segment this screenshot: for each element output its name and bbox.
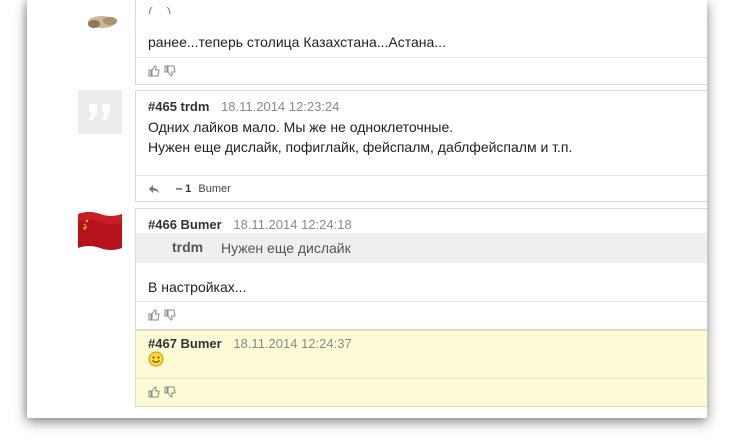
comment-body: (…) … bbox=[148, 4, 190, 14]
comment-header: #466 Bumer 18.11.2014 12:24:18 bbox=[148, 217, 352, 232]
thumbs-down-icon[interactable] bbox=[164, 385, 176, 398]
reply-icon[interactable] bbox=[148, 182, 160, 194]
comment-text-line: ранее...теперь столица Казахстана...Аста… bbox=[148, 34, 446, 50]
comment-text-line: В настройках... bbox=[148, 279, 247, 295]
thumbs-up-icon[interactable] bbox=[148, 308, 160, 321]
quote-author[interactable]: trdm bbox=[172, 239, 203, 255]
comment-date: 18.11.2014 12:24:18 bbox=[233, 217, 352, 232]
comment-header: #465 trdm 18.11.2014 12:23:24 bbox=[148, 99, 339, 114]
comment-header: #467 Bumer 18.11.2014 12:24:37 bbox=[148, 336, 352, 351]
vote-count: ‒ 1 bbox=[176, 183, 192, 195]
comment-author[interactable]: trdm bbox=[181, 99, 210, 114]
user-avatar[interactable] bbox=[82, 0, 120, 30]
comments-window: (…) … ранее...теперь столица Казахстана.… bbox=[27, 0, 707, 418]
comment-body bbox=[148, 351, 164, 372]
user-avatar[interactable] bbox=[78, 208, 122, 254]
comment-body: В настройках... bbox=[148, 277, 246, 297]
comment-number[interactable]: #466 bbox=[148, 217, 177, 232]
comment-post-highlighted: #467 Bumer 18.11.2014 12:24:37 bbox=[135, 330, 707, 407]
comment-footer bbox=[136, 57, 707, 84]
thumbs-down-icon[interactable] bbox=[164, 308, 176, 321]
thumbs-down-icon[interactable] bbox=[164, 64, 176, 77]
vote-user[interactable]: Bumer bbox=[198, 183, 230, 195]
thumbs-up-icon[interactable] bbox=[148, 385, 160, 398]
vote-summary[interactable]: ‒ 1 Bumer bbox=[176, 183, 231, 195]
comment-post: #465 trdm 18.11.2014 12:23:24 Одних лайк… bbox=[135, 90, 707, 202]
thumbs-up-icon[interactable] bbox=[148, 64, 160, 77]
user-avatar[interactable] bbox=[78, 90, 122, 134]
comment-number[interactable]: #467 bbox=[148, 336, 177, 351]
smiley-emoji-icon bbox=[148, 351, 164, 370]
comment-footer bbox=[136, 378, 707, 405]
quote-block: trdm Нужен еще дислайк bbox=[136, 233, 707, 263]
comment-footer bbox=[136, 301, 707, 328]
comment-author[interactable]: Bumer bbox=[181, 336, 222, 351]
comment-text-line: Одних лайков мало. Мы же не одноклеточны… bbox=[148, 119, 454, 135]
comment-date: 18.11.2014 12:23:24 bbox=[221, 99, 340, 114]
comment-post: (…) … ранее...теперь столица Казахстана.… bbox=[135, 0, 707, 85]
quote-marks-icon bbox=[78, 90, 122, 134]
comment-text-line: Нужен еще дислайк, пофиглайк, фейспалм, … bbox=[148, 139, 573, 155]
comment-author[interactable]: Bumer bbox=[181, 217, 222, 232]
soviet-flag-icon bbox=[78, 212, 122, 250]
comment-body: ранее...теперь столица Казахстана...Аста… bbox=[148, 32, 446, 52]
comment-body: Одних лайков мало. Мы же не одноклеточны… bbox=[148, 117, 572, 157]
comment-number[interactable]: #465 bbox=[148, 99, 177, 114]
quote-text: Нужен еще дислайк bbox=[221, 240, 351, 256]
comment-date: 18.11.2014 12:24:37 bbox=[233, 336, 352, 351]
comment-post: #466 Bumer 18.11.2014 12:24:18 trdm Нуже… bbox=[135, 208, 707, 330]
comment-footer: ‒ 1 Bumer bbox=[136, 175, 707, 202]
